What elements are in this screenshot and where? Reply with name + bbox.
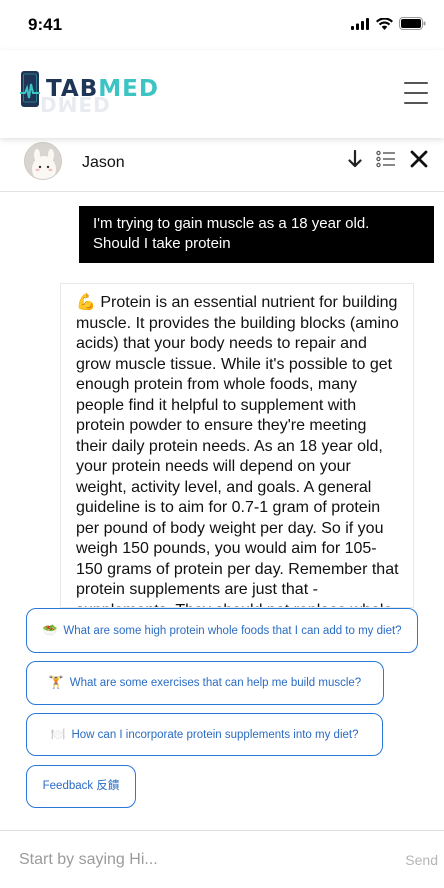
hamburger-menu-icon[interactable]	[404, 82, 428, 104]
plate-cutlery-icon: 🍽️	[50, 726, 66, 741]
status-time: 9:41	[28, 15, 63, 34]
list-icon[interactable]	[376, 150, 396, 168]
flexed-biceps-icon: 💪	[76, 294, 96, 311]
avatar[interactable]	[24, 142, 62, 180]
message-input[interactable]	[0, 831, 380, 888]
phone-heartbeat-icon	[20, 71, 40, 107]
suggestion-label: What are some high protein whole foods t…	[63, 624, 402, 637]
logo-reflection: DMED	[40, 92, 111, 116]
status-icons	[351, 17, 426, 30]
suggestion-label: How can I incorporate protein supplement…	[71, 728, 359, 741]
user-message-bubble: I'm trying to gain muscle as a 18 year o…	[79, 206, 434, 263]
contact-name: Jason	[82, 154, 125, 171]
feedback-label: Feedback 反饋	[42, 780, 120, 792]
suggestion-button-exercises[interactable]: 🏋️ What are some exercises that can help …	[26, 661, 384, 705]
chat-header: Jason	[0, 138, 444, 192]
bot-message-bubble: 💪 Protein is an essential nutrient for b…	[60, 283, 414, 608]
status-bar: 9:41	[0, 0, 444, 50]
message-input-bar: Send	[0, 830, 444, 888]
arrow-down-icon[interactable]	[348, 150, 362, 168]
battery-icon	[399, 17, 426, 30]
send-button[interactable]: Send	[405, 852, 438, 868]
bot-message-text: Protein is an essential nutrient for bui…	[76, 294, 399, 607]
feedback-button[interactable]: Feedback 反饋	[26, 765, 136, 808]
character-avatar-icon	[25, 143, 61, 179]
wifi-icon	[376, 17, 393, 30]
chat-actions	[348, 150, 428, 168]
suggestion-button-whole-foods[interactable]: 🥗 What are some high protein whole foods …	[26, 608, 418, 653]
salad-icon: 🥗	[42, 622, 58, 637]
app-header: TABMED DMED	[0, 50, 444, 138]
suggestion-label: What are some exercises that can help me…	[69, 677, 362, 689]
suggestion-button-supplements[interactable]: 🍽️ How can I incorporate protein suppleme…	[26, 713, 383, 756]
weightlifter-icon: 🏋️	[48, 675, 64, 689]
close-icon[interactable]	[410, 150, 428, 168]
signal-icon	[351, 17, 369, 30]
